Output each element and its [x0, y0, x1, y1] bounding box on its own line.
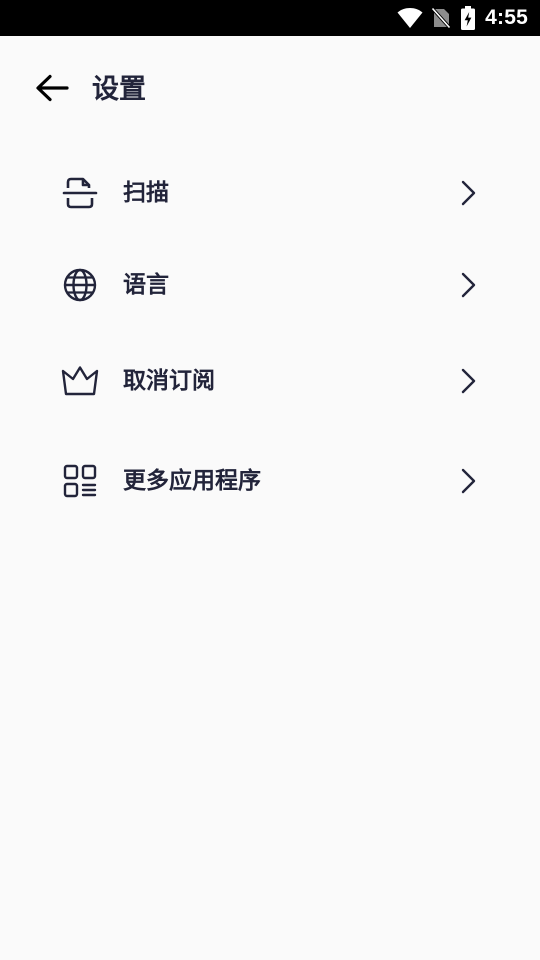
no-sim-icon: [430, 6, 452, 30]
status-time: 4:55: [485, 6, 528, 29]
scan-icon: [62, 175, 98, 211]
status-icons: 4:55: [397, 0, 528, 36]
settings-item-unsubscribe[interactable]: 取消订阅: [0, 341, 540, 421]
settings-item-label: 更多应用程序: [123, 468, 261, 494]
app-bar: 设置: [0, 36, 540, 142]
wifi-icon: [397, 7, 423, 29]
settings-item-more-apps[interactable]: 更多应用程序: [0, 441, 540, 521]
settings-item-label: 扫描: [123, 180, 169, 206]
status-bar: 4:55: [0, 0, 540, 36]
globe-icon: [62, 267, 98, 303]
arrow-left-icon: [35, 74, 69, 106]
apps-grid-icon: [62, 463, 98, 499]
chevron-right-icon: [456, 271, 480, 299]
settings-item-scan[interactable]: 扫描: [0, 153, 540, 233]
back-button[interactable]: [32, 70, 72, 110]
settings-item-label: 语言: [123, 272, 169, 298]
chevron-right-icon: [456, 367, 480, 395]
settings-item-label: 取消订阅: [123, 368, 215, 394]
page-title: 设置: [92, 74, 146, 105]
crown-icon: [61, 363, 99, 399]
battery-charging-icon: [461, 6, 476, 30]
settings-item-language[interactable]: 语言: [0, 245, 540, 325]
chevron-right-icon: [456, 179, 480, 207]
chevron-right-icon: [456, 467, 480, 495]
